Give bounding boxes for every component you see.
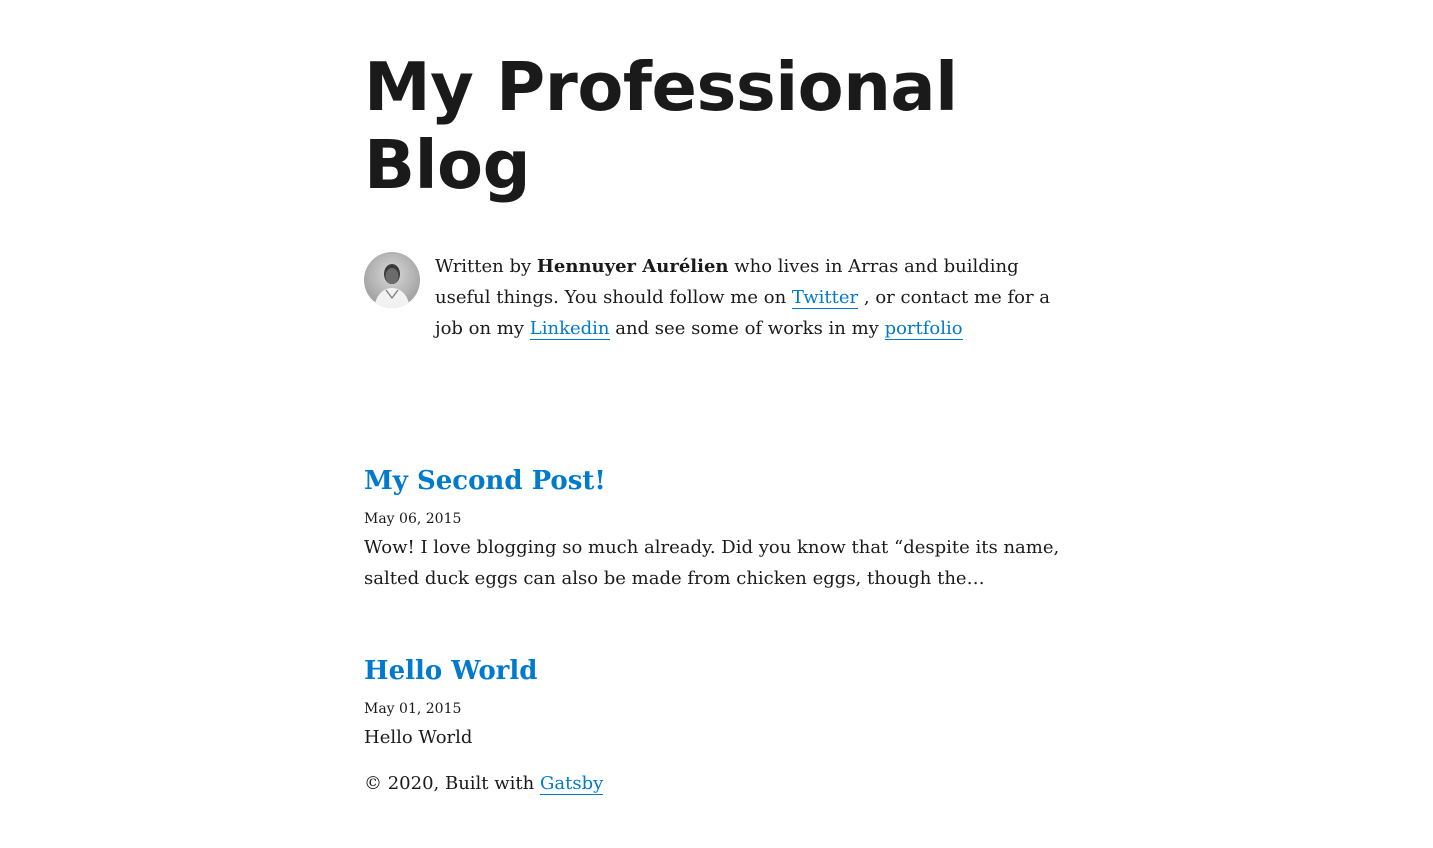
bio-prefix: Written by	[435, 256, 537, 277]
post-title-link[interactable]: Hello World	[364, 654, 1074, 688]
linkedin-link[interactable]: Linkedin	[530, 318, 610, 339]
page-container: My Professional Blog Written by Hennuyer…	[364, 0, 1074, 794]
author-avatar	[364, 252, 420, 308]
site-title-line1[interactable]: My Professional	[364, 48, 958, 126]
gatsby-link[interactable]: Gatsby	[540, 773, 603, 794]
author-bio: Written by Hennuyer Aurélien who lives i…	[364, 252, 1074, 362]
footer-text: © 2020, Built with	[364, 773, 540, 794]
post-list: My Second Post! May 06, 2015 Wow! I love…	[364, 464, 1074, 753]
site-title-line2[interactable]: Blog	[364, 126, 531, 204]
portfolio-link[interactable]: portfolio	[885, 318, 963, 339]
twitter-link[interactable]: Twitter	[792, 287, 858, 308]
post-item: My Second Post! May 06, 2015 Wow! I love…	[364, 464, 1074, 594]
post-excerpt: Hello World	[364, 727, 473, 748]
post-title-link[interactable]: My Second Post!	[364, 464, 1074, 498]
post-date: May 06, 2015	[364, 511, 462, 527]
post-item: Hello World May 01, 2015 Hello World	[364, 654, 1074, 753]
bio-text: Written by Hennuyer Aurélien who lives i…	[435, 251, 1074, 344]
site-footer: © 2020, Built with Gatsby	[364, 768, 603, 799]
bio-text-3: and see some of works in my	[609, 318, 885, 339]
post-date: May 01, 2015	[364, 701, 462, 717]
avatar-image	[364, 252, 420, 308]
author-name: Hennuyer Aurélien	[536, 256, 729, 277]
site-title[interactable]: My Professional Blog	[364, 48, 1074, 204]
post-excerpt: Wow! I love blogging so much already. Di…	[364, 537, 1060, 589]
